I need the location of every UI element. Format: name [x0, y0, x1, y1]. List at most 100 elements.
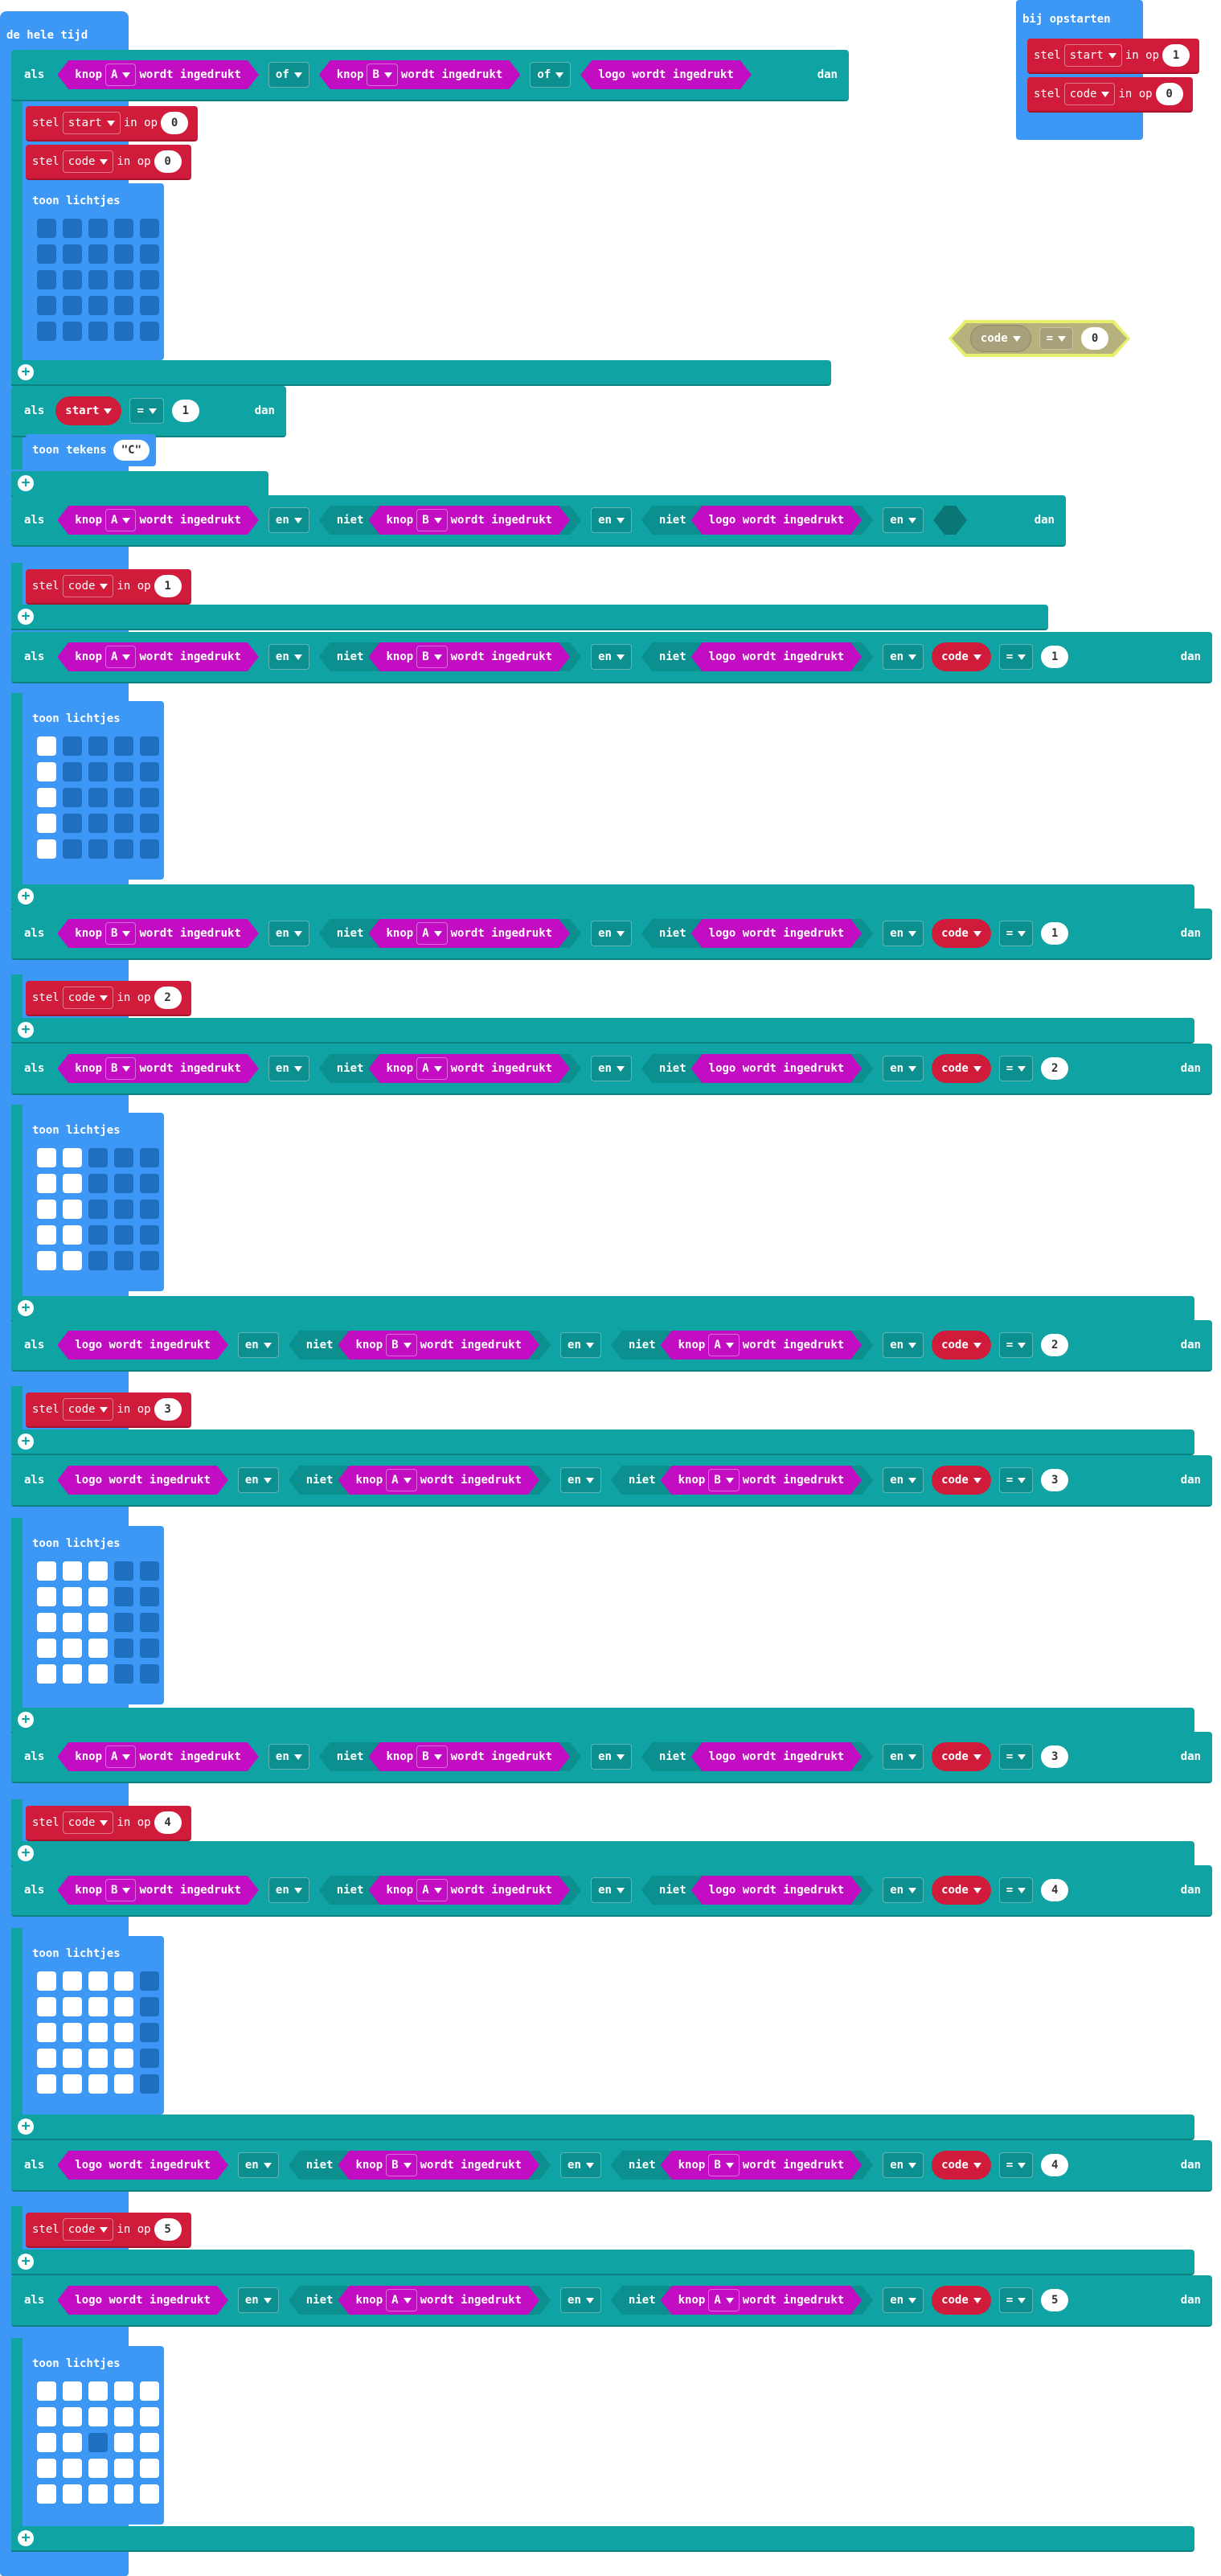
- led-cell[interactable]: [37, 2023, 56, 2042]
- led-cell[interactable]: [114, 1997, 133, 2016]
- if-condition-row[interactable]: als knop Bwordt ingedrukt en niet knop Awordt …: [11, 1865, 1212, 1917]
- variable-block[interactable]: code: [932, 1054, 991, 1083]
- led-cell[interactable]: [140, 244, 159, 264]
- button-pressed-block[interactable]: knop Awordt ingedrukt: [368, 919, 570, 948]
- led-cell[interactable]: [114, 1971, 133, 1991]
- logic-op-select[interactable]: en: [237, 2287, 279, 2313]
- led-cell[interactable]: [114, 2074, 133, 2094]
- led-cell[interactable]: [140, 1613, 159, 1632]
- led-cell[interactable]: [140, 2407, 159, 2426]
- compare-op-select[interactable]: =: [998, 2287, 1034, 2313]
- logic-op-select[interactable]: en: [591, 1744, 632, 1770]
- led-cell[interactable]: [88, 788, 108, 807]
- led-cell[interactable]: [63, 1997, 82, 2016]
- led-cell[interactable]: [88, 1997, 108, 2016]
- variable-block[interactable]: code: [932, 1742, 991, 1771]
- number-value[interactable]: 1: [171, 400, 199, 422]
- not-block[interactable]: niet logo wordt ingedrukt: [641, 1742, 873, 1771]
- led-cell[interactable]: [114, 1561, 133, 1581]
- logic-op-select[interactable]: en: [883, 644, 924, 670]
- button-pressed-block[interactable]: knop Awordt ingedrukt: [368, 1054, 570, 1083]
- led-cell[interactable]: [37, 2074, 56, 2094]
- not-block[interactable]: niet knop Awordt ingedrukt: [289, 2286, 551, 2315]
- show-leds-block[interactable]: toon lichtjes: [26, 1526, 164, 1704]
- if-condition-row[interactable]: als logo wordt ingedrukt en niet knop Bwordt …: [11, 2140, 1212, 2192]
- add-else-icon[interactable]: +: [18, 609, 34, 625]
- led-cell[interactable]: [114, 2433, 133, 2452]
- led-cell[interactable]: [63, 814, 82, 833]
- led-cell[interactable]: [63, 270, 82, 289]
- led-cell[interactable]: [140, 1664, 159, 1684]
- add-else-icon[interactable]: +: [18, 2254, 34, 2270]
- set-value[interactable]: 3: [154, 1398, 182, 1421]
- led-cell[interactable]: [88, 1174, 108, 1193]
- loose-value[interactable]: 0: [1081, 327, 1108, 350]
- led-cell[interactable]: [37, 1225, 56, 1245]
- led-cell[interactable]: [140, 1251, 159, 1270]
- led-cell[interactable]: [37, 1639, 56, 1658]
- logo-pressed-block[interactable]: logo wordt ingedrukt: [57, 2286, 228, 2315]
- led-cell[interactable]: [63, 1200, 82, 1219]
- add-else-icon[interactable]: +: [18, 1434, 34, 1450]
- add-else-icon[interactable]: +: [18, 1845, 34, 1861]
- led-cell[interactable]: [88, 2484, 108, 2504]
- not-block[interactable]: niet knop Bwordt ingedrukt: [319, 1742, 581, 1771]
- add-else-icon[interactable]: +: [18, 1712, 34, 1728]
- logo-pressed-block[interactable]: logo wordt ingedrukt: [691, 506, 862, 535]
- button-pressed-block[interactable]: knop Bwordt ingedrukt: [368, 506, 570, 535]
- compare-op-select[interactable]: =: [998, 1056, 1034, 1081]
- button-select[interactable]: B: [105, 922, 136, 945]
- if-condition-row[interactable]: als knop Bwordt ingedrukt en niet knop Awordt …: [11, 909, 1212, 960]
- led-cell[interactable]: [140, 2484, 159, 2504]
- led-cell[interactable]: [140, 270, 159, 289]
- logic-op-select[interactable]: en: [883, 507, 924, 533]
- variable-select[interactable]: code: [62, 1811, 114, 1834]
- button-select[interactable]: B: [105, 1057, 136, 1080]
- led-cell[interactable]: [63, 2407, 82, 2426]
- if-condition-row[interactable]: als logo wordt ingedrukt en niet knop Bwordt …: [11, 1320, 1212, 1372]
- led-cell[interactable]: [114, 839, 133, 859]
- led-cell[interactable]: [140, 2074, 159, 2094]
- led-cell[interactable]: [88, 2074, 108, 2094]
- set-value[interactable]: 1: [1162, 44, 1190, 67]
- button-select[interactable]: B: [416, 646, 447, 668]
- variable-block[interactable]: code: [932, 2151, 991, 2180]
- led-cell[interactable]: [88, 2049, 108, 2068]
- button-select[interactable]: B: [708, 2154, 739, 2176]
- led-cell[interactable]: [63, 736, 82, 756]
- led-cell[interactable]: [114, 762, 133, 781]
- logic-op-select[interactable]: en: [591, 1056, 632, 1081]
- led-cell[interactable]: [88, 736, 108, 756]
- if-condition-row[interactable]: als logo wordt ingedrukt en niet knop Awordt …: [11, 1455, 1212, 1507]
- set-variable-block[interactable]: stel code in op 0: [26, 145, 191, 180]
- button-pressed-block[interactable]: knop Bwordt ingedrukt: [661, 1466, 862, 1495]
- logo-pressed-block[interactable]: logo wordt ingedrukt: [691, 1054, 862, 1083]
- button-pressed-block[interactable]: knop Awordt ingedrukt: [57, 1742, 259, 1771]
- led-cell[interactable]: [37, 1251, 56, 1270]
- logo-pressed-block[interactable]: logo wordt ingedrukt: [57, 2151, 228, 2180]
- if-condition-row[interactable]: als knop Awordt ingedrukt en niet knop Bwordt …: [11, 632, 1212, 683]
- logic-op-select[interactable]: of: [268, 62, 309, 88]
- led-cell[interactable]: [88, 270, 108, 289]
- led-cell[interactable]: [114, 1200, 133, 1219]
- not-block[interactable]: niet knop Awordt ingedrukt: [289, 1466, 551, 1495]
- set-value[interactable]: 1: [154, 575, 182, 597]
- led-cell[interactable]: [88, 814, 108, 833]
- add-else-icon[interactable]: +: [18, 888, 34, 904]
- logic-op-select[interactable]: en: [883, 1877, 924, 1903]
- led-cell[interactable]: [114, 2459, 133, 2478]
- if-condition-row[interactable]: als knop Awordt ingedrukt of knop Bwordt inge…: [11, 50, 849, 101]
- button-select[interactable]: A: [386, 1469, 416, 1491]
- led-cell[interactable]: [88, 219, 108, 238]
- led-cell[interactable]: [140, 1587, 159, 1606]
- number-value[interactable]: 1: [1041, 646, 1069, 668]
- not-block[interactable]: niet knop Awordt ingedrukt: [611, 1331, 873, 1360]
- led-cell[interactable]: [37, 1997, 56, 2016]
- button-pressed-block[interactable]: knop Bwordt ingedrukt: [368, 1742, 570, 1771]
- led-cell[interactable]: [63, 2484, 82, 2504]
- button-pressed-block[interactable]: knop Bwordt ingedrukt: [338, 1331, 539, 1360]
- led-cell[interactable]: [114, 1148, 133, 1167]
- led-cell[interactable]: [114, 2023, 133, 2042]
- led-cell[interactable]: [114, 814, 133, 833]
- variable-block[interactable]: code: [932, 1876, 991, 1905]
